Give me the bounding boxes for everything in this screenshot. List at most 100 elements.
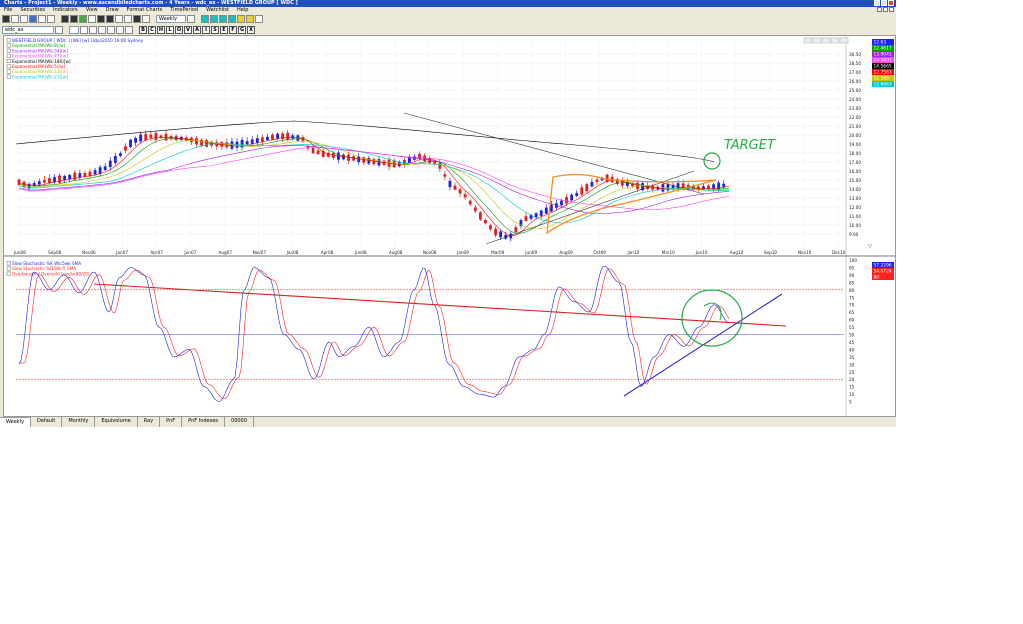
price-candle-body (205, 139, 208, 147)
mdi-restore-icon[interactable] (883, 7, 888, 12)
tab-pnf[interactable]: PnF (160, 417, 183, 427)
zoom-icon[interactable] (38, 14, 46, 23)
tool-button-i[interactable]: I (202, 25, 210, 34)
price-candle-body (98, 167, 102, 174)
tab-equivolume[interactable]: Equivolume (95, 417, 138, 427)
maximize-icon[interactable] (881, 0, 887, 6)
osc-y-tick: 30 (849, 362, 855, 367)
tab-default[interactable]: Default (31, 417, 63, 427)
nav-first-icon[interactable] (201, 14, 209, 23)
symbol-input[interactable]: wdc_ax (2, 25, 54, 34)
scale-icon[interactable] (97, 14, 105, 23)
legend-icon[interactable] (142, 14, 150, 23)
exchange-select[interactable] (69, 25, 79, 34)
chart-area[interactable]: 30.50 28.50 27.00 26.00 25.00 24.00 23.00 22.00… (3, 35, 896, 417)
period-select[interactable]: Weekly (156, 14, 186, 23)
nav-next-icon[interactable] (219, 14, 227, 23)
indicator-icon[interactable] (133, 14, 141, 23)
nav-last-icon[interactable] (228, 14, 236, 23)
crosshair-icon[interactable] (106, 14, 114, 23)
tab-00000[interactable]: 00000 (225, 417, 254, 427)
price-candle-body (271, 134, 274, 140)
help-icon[interactable] (255, 14, 263, 23)
price-value-text: 12.6663 (874, 82, 892, 88)
tab-weekly[interactable]: Weekly (0, 417, 32, 427)
price-candle-body (570, 194, 574, 201)
tool-button-a[interactable]: A (193, 25, 201, 34)
price-x-tick: Oct09 (593, 250, 606, 255)
price-candle-body (514, 227, 518, 233)
chart-icon[interactable] (29, 14, 37, 23)
price-candle-body (266, 136, 269, 141)
tool-button-h[interactable]: H (157, 25, 165, 34)
osc-y-tick: 55 (849, 325, 855, 330)
note-icon[interactable] (246, 14, 254, 23)
tool-button-s[interactable]: S (211, 25, 219, 34)
close-icon[interactable] (888, 0, 894, 6)
tool-button-x[interactable]: X (247, 25, 255, 34)
candle-chart-icon[interactable] (70, 14, 78, 23)
line-chart-icon[interactable] (79, 14, 87, 23)
price-value-text: 12.585 (874, 76, 890, 82)
tab-ray[interactable]: Ray (137, 417, 161, 427)
legend-checkbox-icon (6, 271, 11, 276)
price-x-tick: Nov10 (798, 250, 812, 255)
price-x-tick: Aug08 (389, 250, 403, 255)
binoculars-icon[interactable] (89, 25, 97, 34)
price-x-tick: Jun06 (13, 250, 26, 255)
refresh-icon[interactable] (47, 14, 55, 23)
tool-button-e[interactable]: E (220, 25, 228, 34)
mdi-close-icon[interactable] (889, 7, 894, 12)
price-candle-body (484, 219, 487, 224)
save-icon[interactable] (11, 14, 19, 23)
price-candle-body (453, 185, 457, 190)
tool-button-o[interactable]: O (175, 25, 183, 34)
price-candle-body (32, 183, 36, 186)
draw-line-icon[interactable] (98, 25, 106, 34)
draw-text-icon[interactable] (116, 25, 124, 34)
pointer-icon[interactable] (115, 14, 123, 23)
price-x-tick: Aug07 (219, 250, 233, 255)
draw-fib-icon[interactable] (125, 25, 133, 34)
price-x-tick: Mar10 (662, 250, 676, 255)
price-candle-body (93, 170, 97, 175)
layout-icon[interactable] (124, 14, 132, 23)
price-y-tick: 10.00 (849, 223, 861, 228)
draw-channel-icon[interactable] (107, 25, 115, 34)
dropdown-icon[interactable] (187, 14, 195, 23)
price-value-text: 14.5665 (874, 64, 892, 70)
price-value-text: 12.4617 (874, 46, 892, 52)
price-y-tick: 26.00 (849, 79, 861, 84)
symbol-dropdown-icon[interactable] (55, 25, 63, 34)
open-icon[interactable] (2, 14, 10, 23)
tool-button-c[interactable]: C (148, 25, 156, 34)
tool-button-v[interactable]: V (184, 25, 192, 34)
search-icon[interactable] (80, 25, 88, 34)
nav-prev-icon[interactable] (210, 14, 218, 23)
osc-y-tick: 50 (849, 333, 855, 338)
mdi-minimize-icon[interactable] (877, 7, 882, 12)
tool-button-f[interactable]: F (229, 25, 237, 34)
osc-y-tick: 20 (849, 377, 855, 382)
tab-pnf-indexes[interactable]: PnF Indexes (182, 417, 226, 427)
osc-y-tick: 40 (849, 347, 855, 352)
minimize-icon[interactable] (874, 0, 880, 6)
tool-button-l[interactable]: L (166, 25, 174, 34)
print-icon[interactable] (20, 14, 28, 23)
price-candle-body (149, 134, 153, 138)
price-candle-body (260, 137, 264, 142)
alert-icon[interactable] (237, 14, 245, 23)
scroll-nav-icon (803, 37, 813, 44)
price-x-tick: Nov06 (82, 250, 96, 255)
tool-button-g[interactable]: G (238, 25, 246, 34)
price-y-tick: 17.00 (849, 160, 861, 165)
tab-monthly[interactable]: Monthly (62, 417, 96, 427)
tool-button-b[interactable]: B (139, 25, 147, 34)
price-candle-body (448, 180, 452, 188)
price-value-text: 13.9041 (874, 52, 892, 58)
grid-icon[interactable] (88, 14, 96, 23)
price-candle-body (473, 207, 477, 212)
bar-chart-icon[interactable] (61, 14, 69, 23)
price-x-tick: Jan10 (627, 250, 640, 255)
price-candle-body (113, 156, 117, 163)
